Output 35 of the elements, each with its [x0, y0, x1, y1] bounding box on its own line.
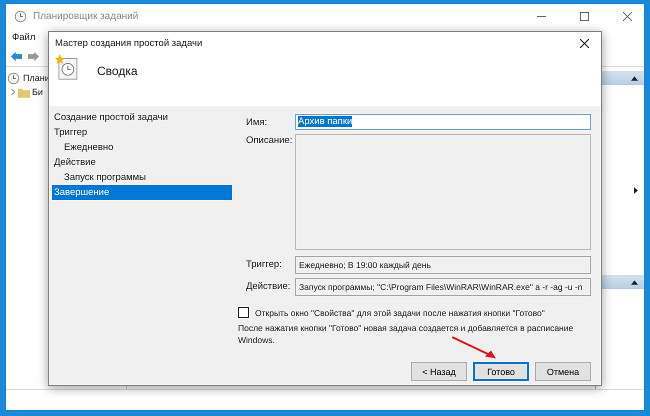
- dialog-button[interactable]: Готово: [473, 362, 529, 381]
- submenu-arrow-icon[interactable]: [634, 186, 638, 194]
- dialog-button[interactable]: < Назад: [411, 362, 467, 381]
- field-label: Действие:: [246, 280, 292, 294]
- field-label: Описание:: [246, 134, 294, 148]
- wizard-step[interactable]: Запуск программы: [52, 170, 232, 185]
- page-heading: Сводка: [97, 64, 138, 78]
- forward-icon[interactable]: [27, 50, 40, 62]
- dialog-title: Мастер создания простой задачи: [55, 38, 202, 48]
- wizard-step[interactable]: Создание простой задачи: [52, 110, 232, 125]
- description-field[interactable]: [295, 134, 591, 250]
- window-title: Планировщик заданий: [33, 10, 138, 22]
- wizard-step[interactable]: Ежедневно: [52, 140, 232, 155]
- back-icon[interactable]: [10, 50, 23, 62]
- menu-item[interactable]: Файл: [12, 32, 36, 42]
- wizard-step[interactable]: Триггер: [52, 125, 232, 140]
- summary-field: Ежедневно; В 19:00 каждый день: [295, 256, 591, 274]
- field-label: Имя:: [246, 116, 268, 130]
- wizard-step[interactable]: Завершение: [52, 185, 232, 200]
- close-icon[interactable]: [580, 38, 589, 48]
- collapse-icon[interactable]: [631, 280, 638, 284]
- maximize-icon[interactable]: [580, 12, 589, 20]
- collapse-icon[interactable]: [631, 76, 638, 80]
- info-text: После нажатия кнопки "Готово" новая задача создается и добавляется в расписание Windows.: [238, 322, 574, 346]
- dialog-button[interactable]: Отмена: [535, 362, 591, 381]
- chevron-icon[interactable]: [10, 88, 16, 96]
- summary-field: Запуск программы; "C:\Program Files\WinRAR\WinRAR.exe" a -r -ag -u -n: [295, 278, 591, 296]
- field-label: Триггер:: [246, 258, 283, 272]
- name-field[interactable]: Архив папки: [295, 114, 591, 130]
- checkbox[interactable]: [238, 307, 249, 318]
- arrow-drawing: [452, 336, 497, 360]
- tree-item[interactable]: Би: [32, 87, 43, 97]
- clock-icon: [14, 10, 27, 22]
- wizard-step[interactable]: Действие: [52, 155, 232, 170]
- checkbox-label[interactable]: Открыть окно "Свойства" для этой задачи после нажатия кнопки "Готово": [255, 308, 545, 318]
